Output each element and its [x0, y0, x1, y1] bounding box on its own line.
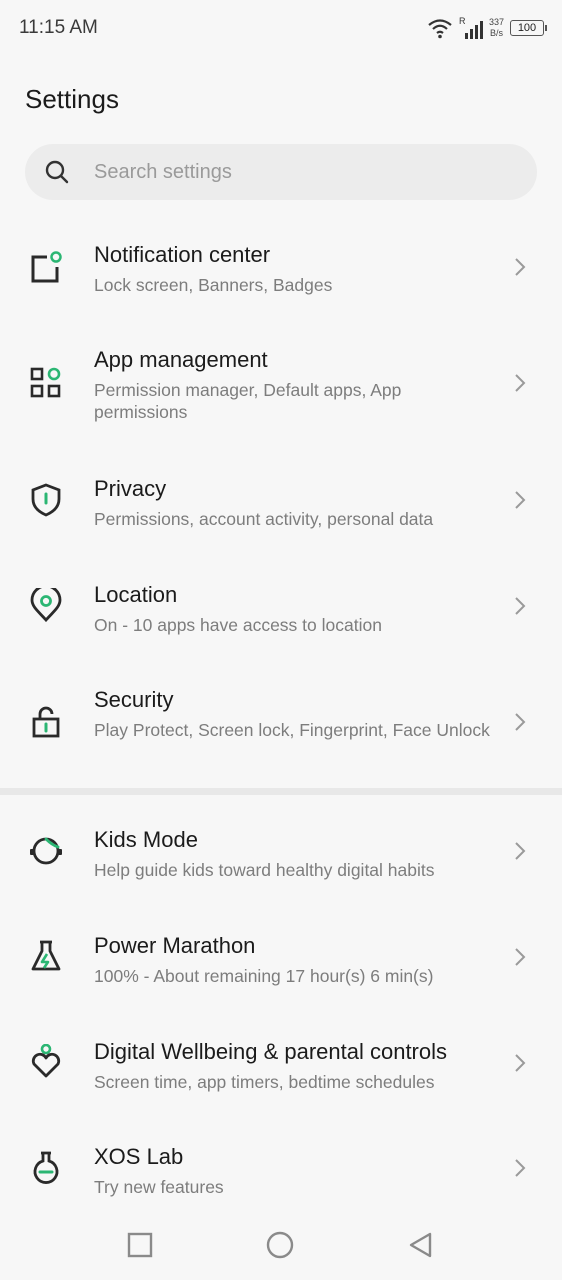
settings-item-title: Location [94, 582, 178, 607]
settings-item-title: Security [94, 687, 174, 712]
settings-item-digital-wellbeing[interactable]: Digital Wellbeing & parental controls Sc… [0, 1017, 562, 1117]
flask-bolt-icon [31, 940, 61, 971]
recents-button[interactable] [125, 1230, 155, 1260]
settings-item-subtitle: On - 10 apps have access to location [94, 615, 382, 635]
chevron-right-icon [515, 374, 526, 392]
settings-item-title: App management [94, 347, 268, 372]
shield-icon [31, 483, 61, 517]
navigation-bar [0, 1210, 562, 1280]
settings-item-title: Kids Mode [94, 827, 198, 852]
settings-item-subtitle: Screen time, app timers, bedtime schedul… [94, 1072, 435, 1092]
chevron-right-icon [515, 1054, 526, 1072]
net-speed-value: 337 [488, 17, 504, 27]
home-button[interactable] [265, 1230, 295, 1260]
network-letter: R [459, 16, 466, 26]
chevron-right-icon [515, 258, 526, 276]
chevron-right-icon [515, 842, 526, 860]
settings-item-title: Notification center [94, 242, 271, 267]
settings-item-subtitle: Help guide kids toward healthy digital h… [94, 860, 435, 880]
status-icons: R 337 B/s 100 [427, 14, 547, 42]
notification-icon [31, 251, 62, 283]
signal-icon: R [459, 16, 483, 39]
settings-item-subtitle: 100% - About remaining 17 hour(s) 6 min(… [94, 966, 434, 986]
page-title: Settings [25, 84, 119, 114]
settings-item-kids-mode[interactable]: Kids Mode Help guide kids toward healthy… [0, 805, 562, 905]
settings-item-subtitle: Permission manager, Default apps, App pe… [94, 380, 402, 422]
section-divider [0, 788, 562, 795]
settings-item-power-marathon[interactable]: Power Marathon 100% - About remaining 17… [0, 911, 562, 1011]
heart-person-icon [31, 1044, 61, 1078]
settings-item-title: Power Marathon [94, 933, 256, 958]
chevron-right-icon [515, 597, 526, 615]
settings-item-location[interactable]: Location On - 10 apps have access to loc… [0, 560, 562, 660]
settings-item-subtitle: Try new features [94, 1177, 224, 1197]
status-time: 11:15 AM [19, 17, 98, 38]
chevron-right-icon [515, 948, 526, 966]
wifi-icon [428, 19, 452, 39]
settings-item-privacy[interactable]: Privacy Permissions, account activity, p… [0, 454, 562, 554]
settings-item-title: XOS Lab [94, 1144, 184, 1169]
chevron-right-icon [515, 713, 526, 731]
kids-face-icon [30, 837, 62, 865]
chevron-right-icon [515, 491, 526, 509]
back-button[interactable] [406, 1230, 436, 1260]
net-speed-unit: B/s [489, 28, 503, 38]
net-speed: 337 B/s [489, 17, 504, 39]
location-pin-icon [30, 588, 62, 622]
chevron-right-icon [515, 1159, 526, 1177]
status-bar: 11:15 AM R 337 B/s 100 [0, 0, 562, 56]
search-placeholder: Search settings [94, 161, 232, 183]
apps-grid-icon [30, 367, 61, 398]
settings-item-xos-lab[interactable]: XOS Lab Try new features [0, 1122, 562, 1222]
settings-item-subtitle: Permissions, account activity, personal … [94, 509, 434, 529]
unlock-icon [32, 706, 60, 738]
search-input[interactable]: Search settings [25, 144, 537, 200]
settings-item-subtitle: Lock screen, Banners, Badges [94, 275, 333, 295]
battery-icon: 100 [510, 20, 547, 36]
settings-item-subtitle: Play Protect, Screen lock, Fingerprint, … [94, 720, 490, 740]
settings-item-title: Digital Wellbeing & parental controls [94, 1039, 447, 1064]
settings-item-notification-center[interactable]: Notification center Lock screen, Banners… [0, 220, 562, 320]
settings-item-app-management[interactable]: App management Permission manager, Defau… [0, 326, 562, 426]
settings-item-title: Privacy [94, 476, 167, 501]
search-icon [45, 160, 69, 184]
settings-item-security[interactable]: Security Play Protect, Screen lock, Fing… [0, 665, 562, 765]
lab-flask-icon [33, 1151, 59, 1184]
